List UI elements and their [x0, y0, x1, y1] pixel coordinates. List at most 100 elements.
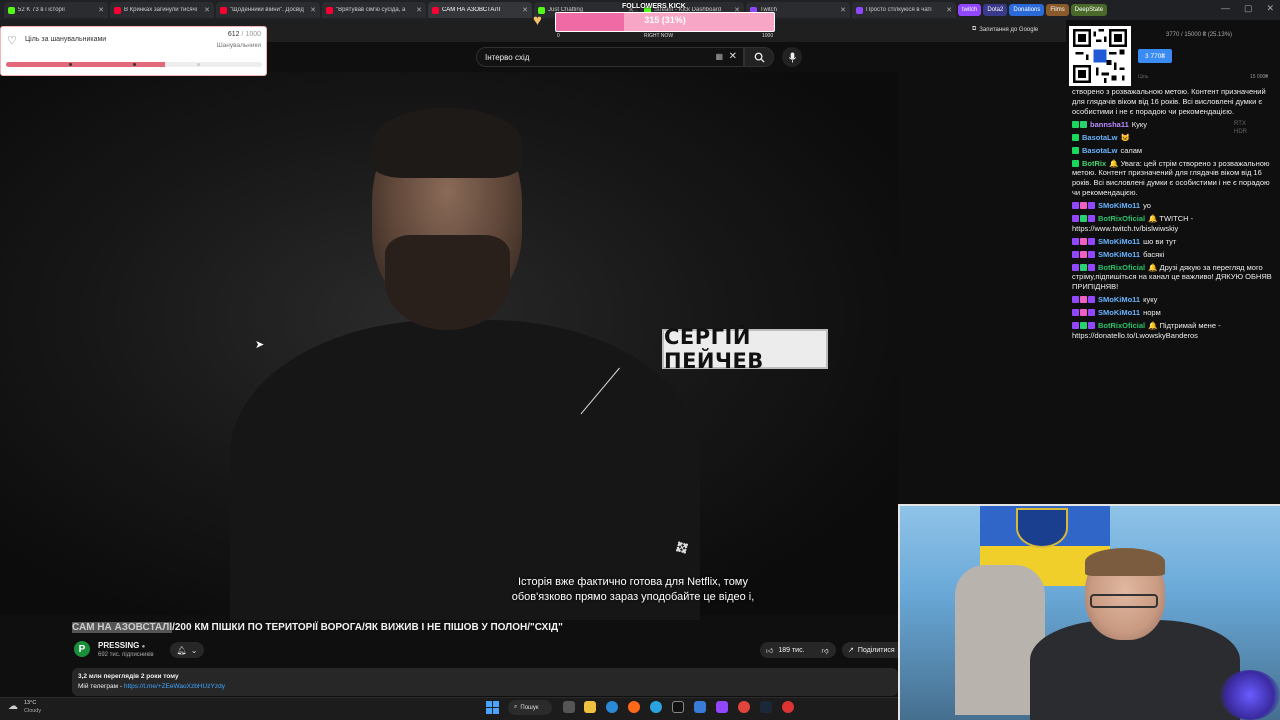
- goal-milestone-marker: [133, 63, 136, 66]
- task-view-icon[interactable]: [563, 701, 575, 713]
- bookmark-pill[interactable]: Dota2: [983, 4, 1008, 16]
- search-button[interactable]: [744, 47, 774, 67]
- description-box[interactable]: 3,2 млн переглядів 2 роки тому Мій телег…: [72, 668, 898, 696]
- chat-username[interactable]: bannsha11: [1090, 120, 1129, 129]
- steam-icon[interactable]: [760, 701, 772, 713]
- chat-badge-icon: [1072, 296, 1079, 304]
- tab-label: САМ НА АЗОВСТАЛІ: [442, 7, 501, 13]
- recording-icon[interactable]: [782, 701, 794, 713]
- browser-tab[interactable]: 52 K 73 в і історії ✕: [4, 2, 108, 18]
- voice-search-button[interactable]: [782, 47, 802, 67]
- minimize-icon[interactable]: —: [1221, 3, 1230, 14]
- chat-username[interactable]: BasotaLw: [1082, 146, 1117, 155]
- taskbar-search[interactable]: ⌕ Пошук: [508, 700, 552, 715]
- chat-badge-icon: [1072, 201, 1079, 209]
- chat-username[interactable]: BasotaLw: [1082, 133, 1117, 142]
- chat-username[interactable]: BotRixOficial: [1098, 214, 1145, 223]
- donation-goal-max: 15 000₴: [1250, 74, 1269, 80]
- tab-label: В Кринках загинули тисячі: [124, 7, 198, 13]
- chat-badge-icon: [1080, 309, 1087, 317]
- interviewee-hair: [372, 108, 522, 178]
- telegram-link[interactable]: https://t.me/+ZEeWaoXzbHUzYzdy: [124, 683, 225, 690]
- clear-search-icon[interactable]: ✕: [729, 51, 737, 62]
- browser-tab[interactable]: Просто стілкуюся в чаті ✕: [852, 2, 956, 18]
- bookmark-pill[interactable]: twitch: [958, 4, 982, 16]
- obs-icon[interactable]: [672, 701, 684, 713]
- chat-username[interactable]: SMoKiMo11: [1098, 295, 1140, 304]
- edge-icon[interactable]: [606, 701, 618, 713]
- share-button[interactable]: ↗ Поділитися: [842, 642, 898, 658]
- chat-badge-icon: [1072, 237, 1079, 245]
- windows-start-icon[interactable]: [486, 701, 499, 714]
- chat-username[interactable]: SMoKiMo11: [1098, 237, 1140, 246]
- channel-avatar[interactable]: P: [74, 641, 90, 657]
- chat-text: басякі: [1143, 249, 1165, 259]
- name-plate: СЕРГІЙ ПЕЙЧЕВ: [662, 325, 828, 373]
- close-tab-icon[interactable]: ✕: [840, 6, 846, 14]
- chat-badge-icon: [1072, 133, 1079, 141]
- notifications-button[interactable]: 🔔︎ ⌄: [170, 642, 204, 658]
- close-tab-icon[interactable]: ✕: [416, 6, 422, 14]
- browser-tab[interactable]: "Врятував сім'ю сусіда, а ✕: [322, 2, 426, 18]
- chat-username[interactable]: SMoKiMo11: [1098, 308, 1140, 317]
- close-tab-icon[interactable]: ✕: [946, 6, 952, 14]
- keyboard-icon[interactable]: ▦: [715, 52, 723, 61]
- maximize-icon[interactable]: ▢: [1244, 3, 1253, 14]
- chat-badge-icon: [1088, 201, 1095, 209]
- close-tab-icon[interactable]: ✕: [310, 6, 316, 14]
- tab-label: "Врятував сім'ю сусіда, а: [336, 7, 406, 13]
- qr-code-icon: [1073, 29, 1127, 83]
- browser-tab[interactable]: "Щоденники війни". Досвід ✕: [216, 2, 320, 18]
- youtube-icon: [114, 6, 121, 14]
- close-tab-icon[interactable]: ✕: [522, 6, 528, 14]
- bookmark-pill[interactable]: Donations: [1009, 4, 1045, 16]
- search-input[interactable]: Інтерво схід ▦ ✕: [476, 47, 744, 67]
- chrome-icon[interactable]: [738, 701, 750, 713]
- donation-amount: 3 770₴: [1138, 49, 1172, 63]
- chat-username[interactable]: BotRixOficial: [1098, 321, 1145, 330]
- followers-kick-value: 315 (31%): [644, 15, 686, 25]
- chat-message: SMoKiMo11 норм: [1072, 308, 1278, 318]
- file-explorer-icon[interactable]: [584, 701, 596, 713]
- app-icon[interactable]: [694, 701, 706, 713]
- subtitle-line: Історія вже фактично готова для Netflix,…: [518, 576, 748, 588]
- window-controls: — ▢ ✕: [1221, 3, 1274, 14]
- tab-label: Просто стілкуюся в чаті: [866, 7, 932, 13]
- weather-temperature: 13°C: [24, 700, 37, 706]
- telegram-icon[interactable]: [650, 701, 662, 713]
- chat-badge-icon: [1088, 263, 1095, 271]
- close-tab-icon[interactable]: ✕: [98, 6, 104, 14]
- goal-progress-fill: [6, 62, 165, 67]
- chat-text: Куку: [1131, 119, 1148, 129]
- close-icon[interactable]: ✕: [1266, 3, 1274, 14]
- microphone-icon: [788, 51, 796, 63]
- close-tab-icon[interactable]: ✕: [204, 6, 210, 14]
- browser-tab[interactable]: В Кринках загинули тисячі ✕: [110, 2, 214, 18]
- cloud-icon[interactable]: ☁: [8, 701, 18, 712]
- title-rest: /200 КМ ПІШКИ ПО ТЕРИТОРІЇ ВОРОГА/ЯК ВИЖ…: [172, 622, 563, 633]
- chat-username[interactable]: BotRixOficial: [1098, 263, 1145, 272]
- ask-google-button[interactable]: ⧉ Запитання до Google: [972, 26, 1038, 33]
- youtube-icon: [220, 6, 227, 14]
- chat-badge-icon: [1088, 250, 1095, 258]
- chat-username[interactable]: BotRix: [1082, 159, 1106, 168]
- thumbs-down-icon[interactable]: 👎︎: [822, 646, 829, 655]
- bookmark-pill[interactable]: Films: [1046, 4, 1069, 16]
- twitch-icon: [856, 6, 863, 14]
- bookmark-pill[interactable]: DeepState: [1070, 4, 1108, 16]
- goal-current: 612: [227, 31, 240, 38]
- firefox-icon[interactable]: [628, 701, 640, 713]
- view-stats: 3,2 млн переглядів 2 роки тому: [78, 673, 179, 680]
- browser-tab[interactable]: САМ НА АЗОВСТАЛІ ✕: [428, 2, 532, 18]
- chat-message: BotRixOficial 🔔 Друзі дякую за перегляд м…: [1072, 263, 1278, 292]
- heart-icon: ♥: [533, 12, 542, 29]
- chat-username[interactable]: SMoKiMo11: [1098, 250, 1140, 259]
- channel-name-text: PRESSING: [98, 641, 140, 650]
- chat-message: BasotaLw 😺: [1072, 133, 1278, 143]
- chat-username[interactable]: SMoKiMo11: [1098, 201, 1140, 210]
- channel-name[interactable]: PRESSING ●: [98, 641, 145, 650]
- chat-message: створено з розважальною метою. Контент п…: [1072, 87, 1278, 116]
- google-lens-icon: ⧉: [972, 26, 977, 32]
- like-button[interactable]: 👍︎ 189 тис. 👎︎: [760, 642, 836, 658]
- discord-icon[interactable]: [716, 701, 728, 713]
